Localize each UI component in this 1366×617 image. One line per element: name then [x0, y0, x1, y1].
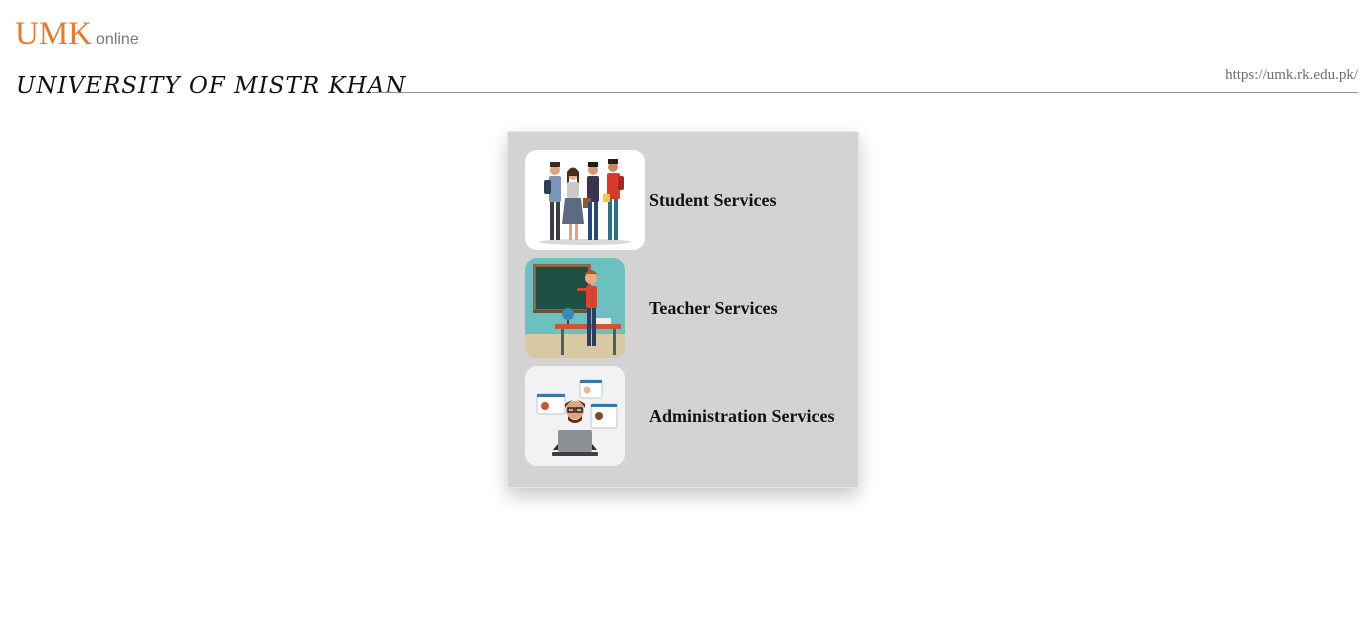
- administration-services-link[interactable]: Administration Services: [525, 366, 855, 466]
- student-services-label: Student Services: [649, 189, 777, 210]
- teacher-illustration-icon[interactable]: [525, 258, 625, 358]
- brand-suffix: online: [96, 31, 139, 48]
- title-divider: [372, 92, 1358, 93]
- student-services-link[interactable]: Student Services: [525, 150, 855, 250]
- site-url: https://umk.rk.edu.pk/: [1225, 67, 1358, 83]
- teacher-services-label: Teacher Services: [649, 297, 778, 318]
- administration-services-label: Administration Services: [649, 405, 835, 426]
- teacher-services-link[interactable]: Teacher Services: [525, 258, 855, 358]
- brand-logo[interactable]: UMK online: [15, 14, 139, 54]
- university-title: UNIVERSITY OF MISTR KHAN: [16, 73, 407, 99]
- students-illustration-icon[interactable]: [525, 150, 645, 250]
- services-panel: Student Services Teacher Services Admini…: [507, 131, 859, 488]
- admin-illustration-icon[interactable]: [525, 366, 625, 466]
- page-header: UMK online UNIVERSITY OF MISTR KHAN https…: [0, 0, 1366, 110]
- brand-name: UMK: [15, 16, 93, 52]
